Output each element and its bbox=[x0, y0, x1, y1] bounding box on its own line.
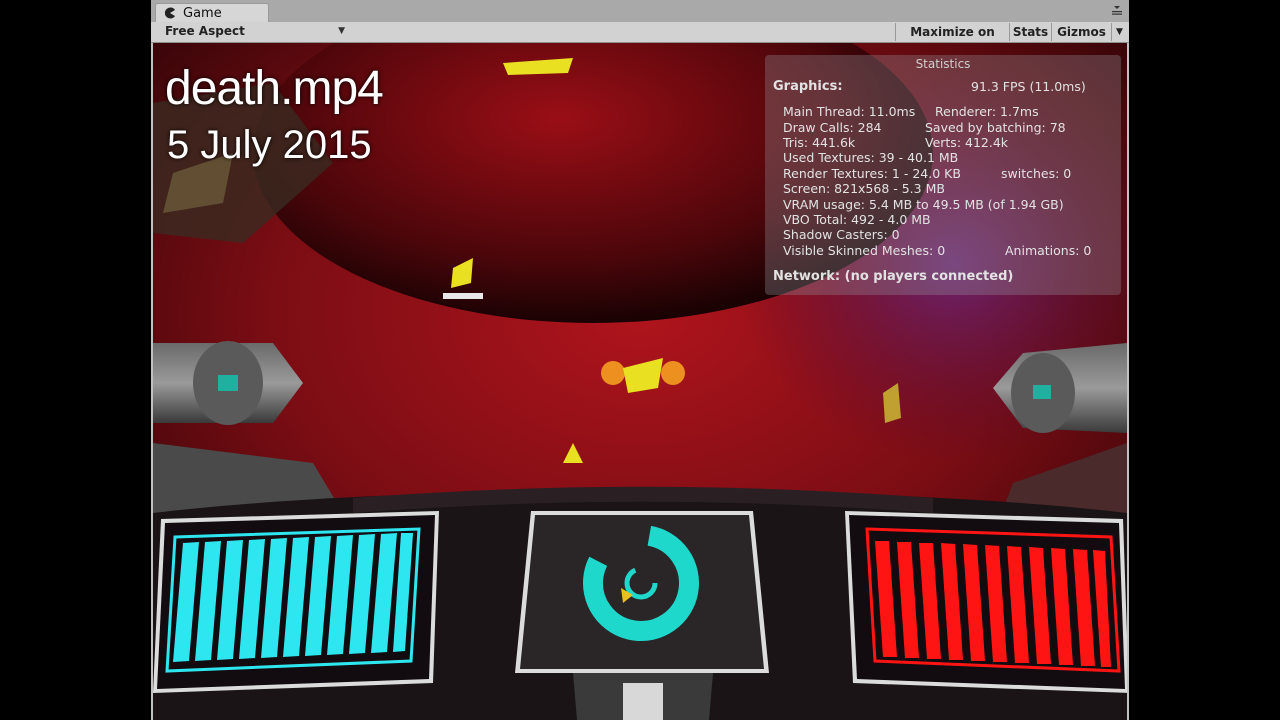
tab-game-label: Game bbox=[183, 6, 222, 21]
hull-gauge-panel bbox=[845, 511, 1127, 693]
vram-stat: VRAM usage: 5.4 MB to 49.5 MB (of 1.94 G… bbox=[783, 197, 1064, 212]
tris-stat: Tris: 441.6k bbox=[783, 135, 856, 150]
statistics-header: Statistics bbox=[915, 57, 971, 71]
video-title-overlay: death.mp4 bbox=[165, 62, 384, 115]
game-viewport[interactable]: death.mp4 5 July 2015 Statistics Graphic… bbox=[153, 43, 1127, 720]
menu-icon[interactable] bbox=[1111, 6, 1123, 16]
graphics-label: Graphics: bbox=[773, 79, 843, 94]
shield-gauge-panel bbox=[153, 511, 439, 693]
network-stat: Network: (no players connected) bbox=[773, 269, 1014, 284]
verts-stat: Verts: 412.4k bbox=[925, 135, 1009, 150]
radar-panel bbox=[515, 511, 769, 673]
pacman-icon bbox=[164, 7, 175, 19]
used-textures-stat: Used Textures: 39 - 40.1 MB bbox=[783, 150, 959, 165]
render-textures-stat: Render Textures: 1 - 24.0 KB bbox=[783, 166, 961, 181]
tab-bar: Game bbox=[151, 0, 1129, 23]
statistics-panel: Statistics Graphics: 91.3 FPS (11.0ms) M… bbox=[765, 55, 1121, 295]
gizmos-dropdown-icon[interactable]: ▼ bbox=[1111, 23, 1127, 41]
shadow-casters-stat: Shadow Casters: 0 bbox=[783, 227, 900, 242]
video-date-overlay: 5 July 2015 bbox=[167, 123, 372, 167]
dropdown-arrow-icon: ▼ bbox=[338, 26, 345, 36]
fps-readout: 91.3 FPS (11.0ms) bbox=[971, 79, 1086, 94]
stats-button[interactable]: Stats bbox=[1009, 23, 1051, 41]
draw-calls-stat: Draw Calls: 284 bbox=[783, 120, 882, 135]
skinned-meshes-stat: Visible Skinned Meshes: 0 bbox=[783, 243, 946, 258]
animations-stat: Animations: 0 bbox=[1005, 243, 1092, 258]
gizmos-button[interactable]: Gizmos bbox=[1051, 23, 1111, 41]
game-toolbar: Free Aspect ▼ Maximize on Play Stats Giz… bbox=[151, 22, 1129, 57]
maximize-on-play-button[interactable]: Maximize on Play bbox=[895, 23, 1009, 57]
aspect-label: Free Aspect bbox=[165, 24, 245, 38]
aspect-dropdown[interactable]: Free Aspect ▼ bbox=[155, 23, 349, 40]
vbo-stat: VBO Total: 492 - 4.0 MB bbox=[783, 212, 931, 227]
screen-stat: Screen: 821x568 - 5.3 MB bbox=[783, 181, 945, 196]
game-window: Game Free Aspect ▼ Maximize on Play Stat… bbox=[151, 0, 1129, 720]
switches-stat: switches: 0 bbox=[1001, 166, 1072, 181]
saved-batching-stat: Saved by batching: 78 bbox=[925, 120, 1066, 135]
cockpit bbox=[153, 486, 1127, 720]
main-thread-stat: Main Thread: 11.0ms bbox=[783, 104, 916, 119]
tab-game[interactable]: Game bbox=[155, 3, 269, 23]
renderer-stat: Renderer: 1.7ms bbox=[935, 104, 1039, 119]
